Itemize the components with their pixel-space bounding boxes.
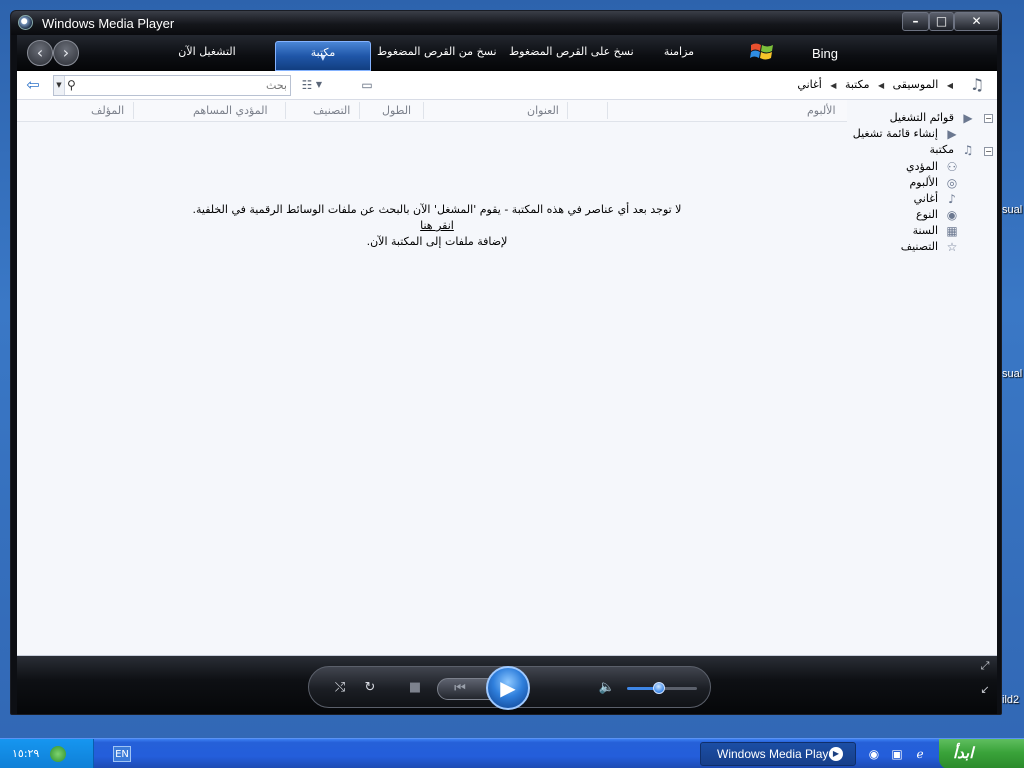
playback-controls: ⤭ ↻ ■ ⏮ ⏭ ▶ 🔈 ⤢ ↙	[17, 656, 997, 714]
year-icon: ▦	[946, 224, 958, 238]
tab-library[interactable]: مكتبة ▼	[275, 41, 371, 71]
play-button[interactable]: ▶	[486, 666, 530, 710]
system-tray: ١٥:٢٩	[0, 739, 94, 768]
rating-icon: ☆	[946, 240, 958, 254]
create-playlist-icon: ▶	[947, 127, 957, 141]
volume-icon[interactable]: 🔈	[597, 678, 617, 698]
network-icon[interactable]	[50, 746, 66, 762]
tree-item-create-playlist[interactable]: ▶إنشاء قائمة تشغيل	[853, 127, 960, 141]
chevron-left-icon: ◀	[830, 81, 837, 90]
breadcrumb: ◀ الموسيقى ◀ مكتبة ◀ أغاني	[792, 78, 953, 91]
tree-item-year[interactable]: ▦السنة	[913, 224, 960, 238]
transport-pod: ⤭ ↻ ■ ⏮ ⏭ ▶ 🔈	[308, 666, 711, 710]
compact-mode-icon[interactable]: ↙	[977, 682, 993, 698]
language-indicator[interactable]: EN	[113, 746, 131, 762]
nav-band: ‹ › التشغيل الآن مكتبة ▼ نسخ من القرص ال…	[17, 35, 997, 71]
breadcrumb-library[interactable]: مكتبة	[845, 78, 870, 91]
column-album[interactable]: الألبوم	[807, 104, 836, 117]
tree-item-artist[interactable]: ⚇المؤدي	[906, 160, 960, 174]
taskbar-wmp-button[interactable]: Windows Media Player ▶	[700, 742, 856, 766]
column-composer[interactable]: المؤلف	[91, 104, 124, 117]
desktop-icon-label[interactable]: sual	[1002, 368, 1022, 380]
wmp-window: Windows Media Player – □ ✕ ‹ › التشغيل ا…	[10, 10, 1002, 715]
volume-slider-thumb[interactable]	[652, 682, 665, 694]
windows-logo-icon[interactable]	[749, 39, 775, 65]
library-toolbar: ⇦ ▼ ⚲ ☷ ▼ ▭ ◀ الموسيقى ◀ مكتبة ◀ أغاني ♫	[17, 71, 997, 100]
maximize-button[interactable]: □	[929, 12, 954, 31]
stop-icon[interactable]: ■	[405, 678, 425, 698]
window-title: Windows Media Player	[42, 16, 175, 31]
search-input[interactable]	[87, 77, 287, 94]
tab-now-playing[interactable]: التشغيل الآن	[167, 41, 247, 71]
artist-icon: ⚇	[946, 160, 958, 174]
music-note-icon: ♫	[969, 75, 985, 94]
column-divider	[607, 102, 608, 119]
tray-clock[interactable]: ١٥:٢٩	[12, 747, 39, 760]
breadcrumb-music[interactable]: الموسيقى	[893, 78, 939, 91]
chevron-down-icon[interactable]: ▼	[314, 76, 324, 94]
bing-search-label[interactable]: Bing	[812, 46, 838, 61]
tree-item-rating[interactable]: ☆التصنيف	[901, 240, 960, 254]
search-icon[interactable]: ⚲	[67, 78, 81, 92]
tree-item-songs[interactable]: ♪أغاني	[914, 192, 960, 206]
collapse-icon[interactable]: −	[984, 147, 993, 156]
breadcrumb-songs[interactable]: أغاني	[797, 78, 821, 91]
tree-item-playlists[interactable]: ▶قوائم التشغيل	[890, 111, 976, 125]
start-button[interactable]: ابدأ	[939, 739, 1024, 768]
wmp-quicklaunch-icon[interactable]: ◉	[866, 746, 882, 762]
chevron-left-icon: ◀	[877, 81, 885, 90]
column-header: الألبوم العنوان الطول التصنيف المؤدي الم…	[17, 100, 847, 122]
genre-icon: ◉	[946, 208, 958, 222]
tab-burn[interactable]: نسخ على القرص المضغوط	[509, 41, 634, 71]
back-arrow-icon[interactable]: ⇦	[24, 76, 42, 94]
column-divider	[423, 102, 424, 119]
tab-rip[interactable]: نسخ من القرص المضغوط	[377, 41, 497, 71]
column-contributing-artist[interactable]: المؤدي المساهم	[193, 104, 268, 117]
tree-item-library[interactable]: ♫مكتبة	[929, 143, 976, 157]
column-rating[interactable]: التصنيف	[313, 104, 350, 117]
empty-library-message: لا توجد بعد أي عناصر في هذه المكتبة - يق…	[167, 202, 707, 250]
close-button[interactable]: ✕	[954, 12, 999, 31]
song-icon: ♪	[948, 192, 956, 206]
column-divider	[285, 102, 286, 119]
tree-item-album[interactable]: ◎الألبوم	[910, 176, 961, 190]
title-bar[interactable]: Windows Media Player – □ ✕	[11, 11, 1001, 35]
shuffle-icon[interactable]: ⤭	[330, 678, 350, 698]
desktop-icon-label[interactable]: ild2	[1002, 694, 1019, 706]
taskbar: ١٥:٢٩ EN Windows Media Player ▶ ◉ ▣ ℯ اب…	[0, 738, 1024, 768]
tree-item-genre[interactable]: ◉النوع	[916, 208, 960, 222]
column-divider	[359, 102, 360, 119]
previous-icon[interactable]: ⏮	[450, 679, 470, 699]
album-icon: ◎	[946, 176, 958, 190]
layout-options-icon[interactable]: ▭	[358, 76, 376, 94]
wmp-logo-icon	[18, 15, 33, 30]
nav-tabs: التشغيل الآن مكتبة ▼ نسخ من القرص المضغو…	[17, 41, 997, 71]
chevron-down-icon: ▼	[320, 54, 326, 62]
music-note-icon: ♫	[962, 143, 974, 157]
repeat-icon[interactable]: ↻	[360, 678, 380, 698]
switch-to-skin-icon[interactable]: ⤢	[977, 658, 993, 674]
desktop-icon-label[interactable]: sual	[1002, 204, 1022, 216]
playlist-icon: ▶	[963, 111, 973, 125]
search-dropdown-icon[interactable]: ▼	[54, 76, 65, 95]
tab-sync[interactable]: مزامنة	[649, 41, 709, 71]
column-divider	[567, 102, 568, 119]
column-divider	[133, 102, 134, 119]
click-here-link[interactable]: انقر هنا	[420, 219, 454, 232]
wmp-logo-icon: ▶	[829, 747, 843, 761]
internet-explorer-icon[interactable]: ℯ	[912, 746, 928, 762]
column-title[interactable]: العنوان	[527, 104, 559, 117]
empty-message-line: لإضافة ملفات إلى المكتبة الآن.	[366, 235, 508, 248]
show-desktop-icon[interactable]: ▣	[889, 746, 905, 762]
chevron-left-icon: ◀	[946, 81, 953, 90]
collapse-icon[interactable]: −	[984, 114, 993, 123]
column-length[interactable]: الطول	[382, 104, 411, 117]
library-pane: الألبوم العنوان الطول التصنيف المؤدي الم…	[17, 100, 997, 656]
minimize-button[interactable]: –	[902, 12, 929, 31]
navigation-tree: − ▶قوائم التشغيل ▶إنشاء قائمة تشغيل − ♫م…	[847, 100, 997, 655]
empty-message-line: لا توجد بعد أي عناصر في هذه المكتبة - يق…	[192, 203, 682, 216]
search-box: ▼ ⚲	[53, 75, 291, 96]
